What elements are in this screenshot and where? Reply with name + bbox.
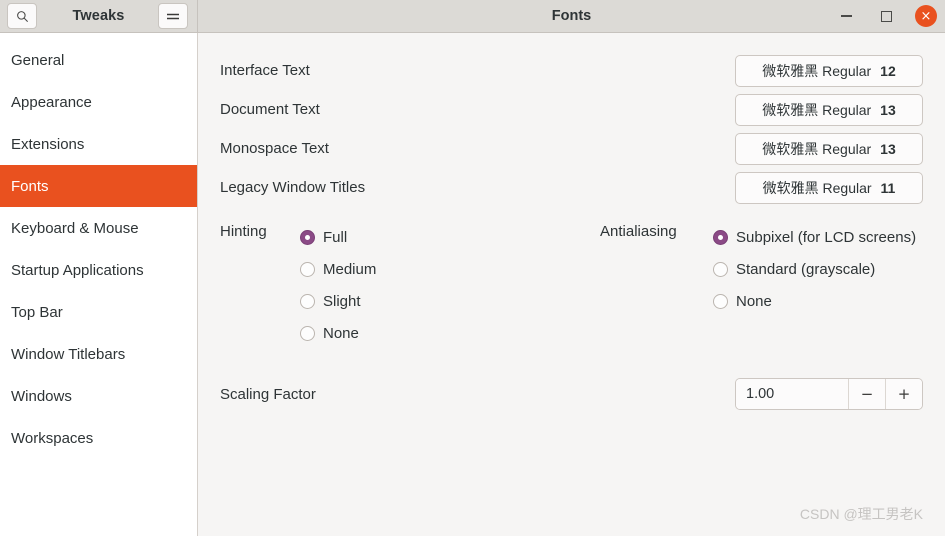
radio-label: None xyxy=(736,292,772,310)
radio-label: Standard (grayscale) xyxy=(736,260,876,278)
radio-icon xyxy=(713,229,728,245)
font-size: 12 xyxy=(880,62,896,79)
sidebar-item-appearance[interactable]: Appearance xyxy=(0,81,197,123)
hamburger-menu-icon xyxy=(167,13,179,19)
hinting-options: Full Medium Slight None xyxy=(300,221,376,349)
rendering-options: Hinting Full Medium Slight None Antialia… xyxy=(220,221,923,349)
row-label: Monospace Text xyxy=(220,140,329,157)
font-name: 微软雅黑 Regular xyxy=(762,101,872,118)
page-title: Fonts xyxy=(551,8,592,24)
hinting-group: Hinting Full Medium Slight None xyxy=(220,221,600,349)
radio-icon xyxy=(300,293,315,309)
sidebar-item-general[interactable]: General xyxy=(0,39,197,81)
scaling-factor-stepper: 1.00 − + xyxy=(735,378,923,410)
row-label: Legacy Window Titles xyxy=(220,179,366,196)
minimize-button[interactable] xyxy=(835,5,857,27)
tweaks-window: Tweaks Fonts × General Appearance Extens… xyxy=(0,0,945,536)
sidebar: General Appearance Extensions Fonts Keyb… xyxy=(0,33,198,536)
sidebar-item-extensions[interactable]: Extensions xyxy=(0,123,197,165)
radio-icon xyxy=(713,293,728,309)
row-label: Document Text xyxy=(220,101,320,118)
hinting-option-full[interactable]: Full xyxy=(300,221,376,253)
radio-icon xyxy=(300,325,315,341)
scaling-factor-label: Scaling Factor xyxy=(220,385,316,403)
sidebar-item-workspaces[interactable]: Workspaces xyxy=(0,417,197,459)
legacy-window-titles-font-button[interactable]: 微软雅黑 Regular 11 xyxy=(735,171,923,204)
radio-icon xyxy=(713,261,728,277)
font-row-document-text: Document Text 微软雅黑 Regular 13 xyxy=(220,90,923,129)
radio-label: Full xyxy=(323,228,348,246)
antialiasing-option-standard[interactable]: Standard (grayscale) xyxy=(713,253,916,285)
document-text-font-button[interactable]: 微软雅黑 Regular 13 xyxy=(735,93,923,126)
radio-label: Slight xyxy=(323,292,361,310)
hinting-option-medium[interactable]: Medium xyxy=(300,253,376,285)
antialiasing-label: Antialiasing xyxy=(600,223,677,240)
close-button[interactable]: × xyxy=(915,5,937,27)
sidebar-item-startup-applications[interactable]: Startup Applications xyxy=(0,249,197,291)
hinting-label: Hinting xyxy=(220,223,267,240)
font-size: 11 xyxy=(880,179,896,196)
sidebar-item-keyboard-mouse[interactable]: Keyboard & Mouse xyxy=(0,207,197,249)
font-settings-list: Interface Text 微软雅黑 Regular 12 Document … xyxy=(220,51,923,207)
font-name: 微软雅黑 Regular xyxy=(762,140,872,157)
interface-text-font-button[interactable]: 微软雅黑 Regular 12 xyxy=(735,54,923,87)
antialiasing-option-subpixel[interactable]: Subpixel (for LCD screens) xyxy=(713,221,916,253)
font-row-interface-text: Interface Text 微软雅黑 Regular 12 xyxy=(220,51,923,90)
radio-label: Medium xyxy=(323,260,377,278)
font-row-legacy-window-titles: Legacy Window Titles 微软雅黑 Regular 11 xyxy=(220,168,923,207)
window-header: Fonts × xyxy=(198,0,945,32)
content-area: Interface Text 微软雅黑 Regular 12 Document … xyxy=(198,33,945,536)
sidebar-header: Tweaks xyxy=(0,0,198,32)
watermark: CSDN @理工男老K xyxy=(799,506,923,522)
monospace-text-font-button[interactable]: 微软雅黑 Regular 13 xyxy=(735,132,923,165)
font-size: 13 xyxy=(880,140,896,157)
row-label: Interface Text xyxy=(220,62,310,79)
antialiasing-options: Subpixel (for LCD screens) Standard (gra… xyxy=(713,221,916,317)
maximize-button[interactable] xyxy=(875,5,897,27)
antialiasing-group: Antialiasing Subpixel (for LCD screens) … xyxy=(600,221,916,349)
radio-label: Subpixel (for LCD screens) xyxy=(736,228,917,246)
sidebar-item-top-bar[interactable]: Top Bar xyxy=(0,291,197,333)
scaling-factor-decrement-button[interactable]: − xyxy=(848,379,885,409)
header-bar: Tweaks Fonts × xyxy=(0,0,945,33)
radio-icon xyxy=(300,261,315,277)
sidebar-item-fonts[interactable]: Fonts xyxy=(0,165,197,207)
sidebar-item-window-titlebars[interactable]: Window Titlebars xyxy=(0,333,197,375)
antialiasing-option-none[interactable]: None xyxy=(713,285,916,317)
radio-icon xyxy=(300,229,315,245)
font-size: 13 xyxy=(880,101,896,118)
menu-button[interactable] xyxy=(158,3,188,29)
font-name: 微软雅黑 Regular xyxy=(762,179,872,196)
radio-label: None xyxy=(323,324,359,342)
body: General Appearance Extensions Fonts Keyb… xyxy=(0,33,945,536)
hinting-option-none[interactable]: None xyxy=(300,317,376,349)
font-name: 微软雅黑 Regular xyxy=(762,62,872,79)
hinting-option-slight[interactable]: Slight xyxy=(300,285,376,317)
scaling-factor-input[interactable]: 1.00 xyxy=(736,379,848,409)
scaling-factor-increment-button[interactable]: + xyxy=(885,379,922,409)
window-controls: × xyxy=(835,5,937,27)
scaling-factor-row: Scaling Factor 1.00 − + xyxy=(220,377,923,411)
sidebar-item-windows[interactable]: Windows xyxy=(0,375,197,417)
font-row-monospace-text: Monospace Text 微软雅黑 Regular 13 xyxy=(220,129,923,168)
